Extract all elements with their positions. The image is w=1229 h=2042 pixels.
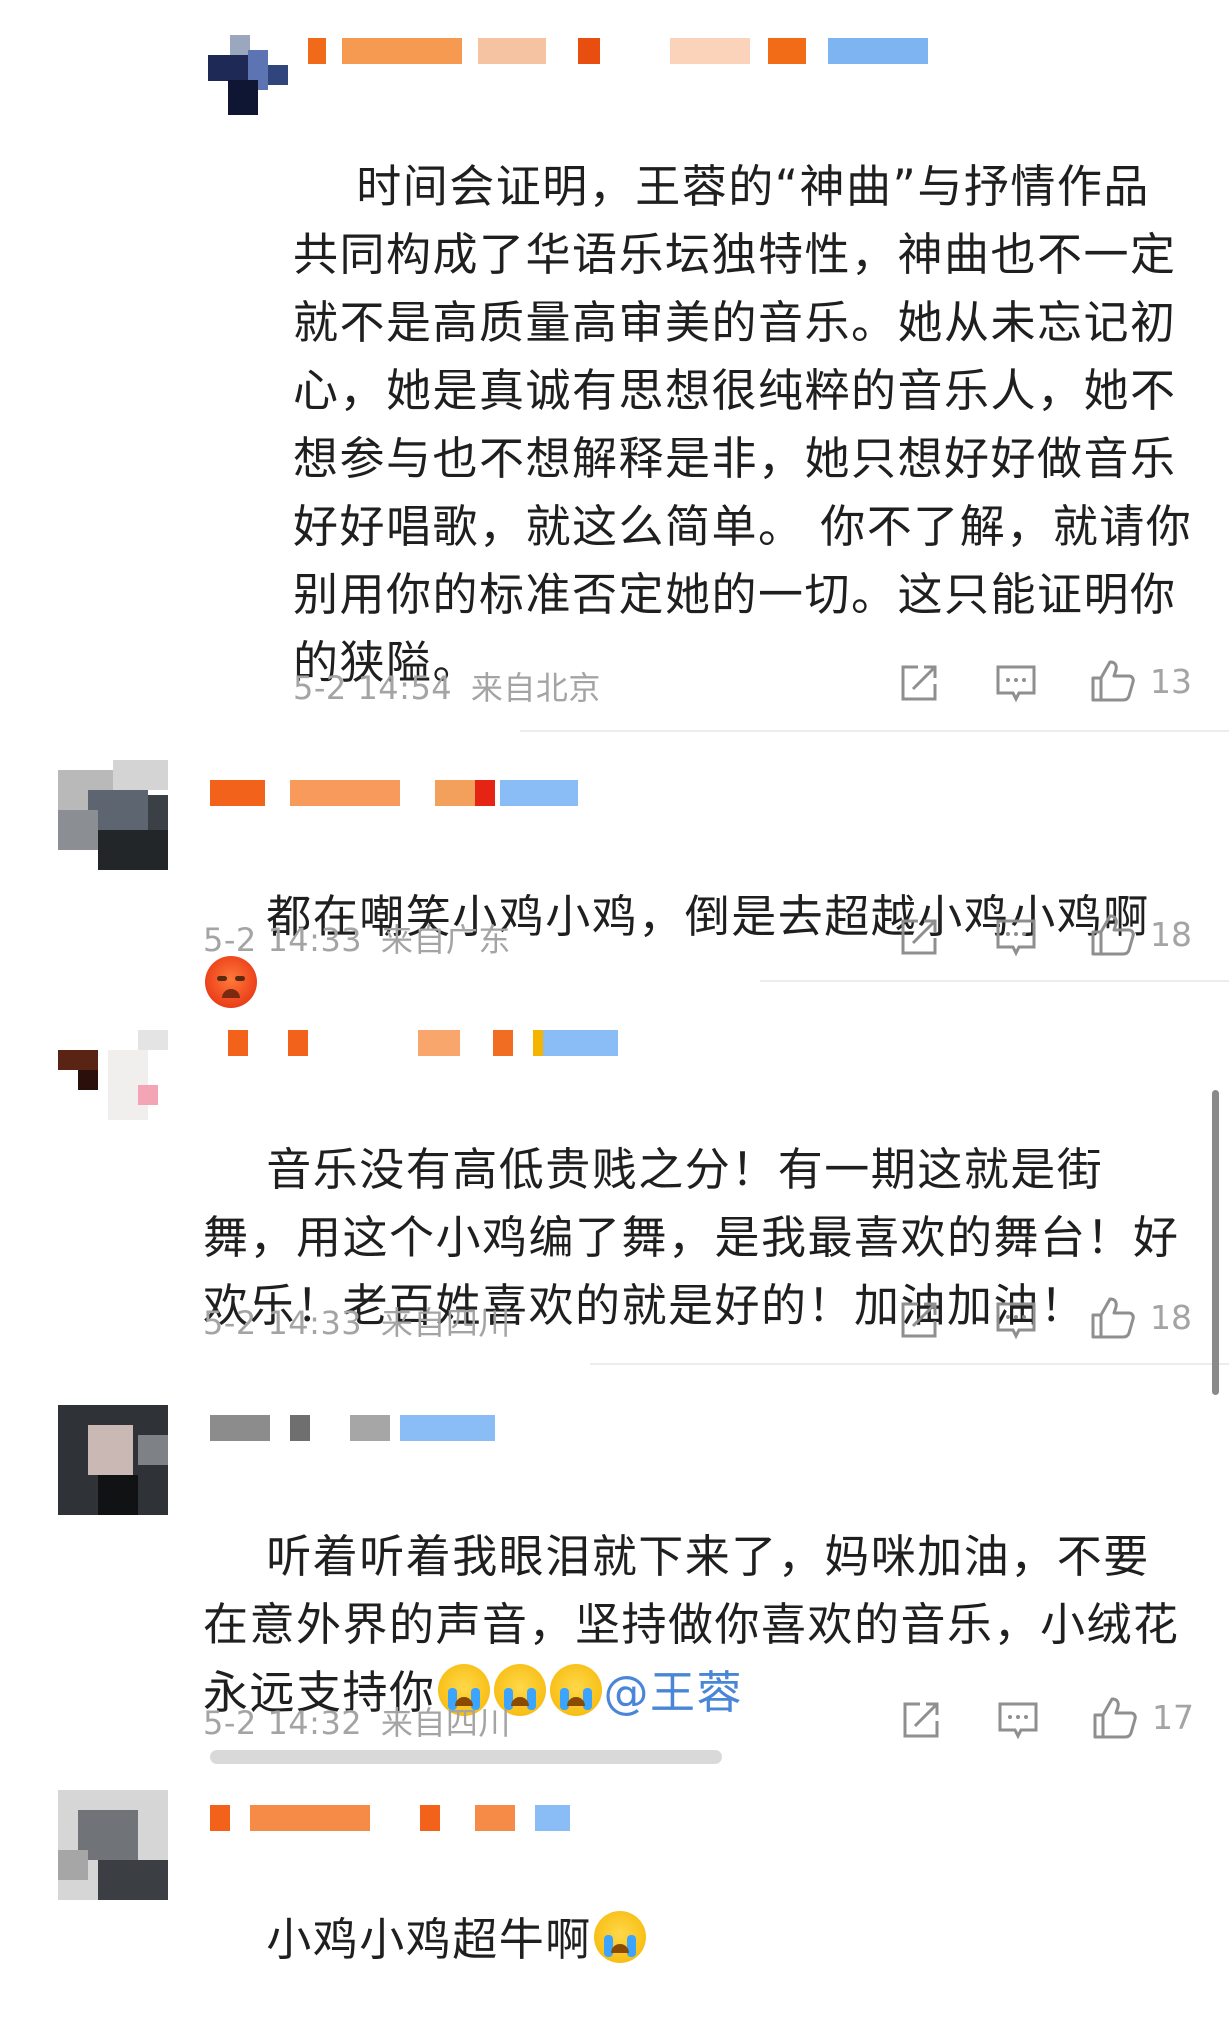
comment-icon — [996, 665, 1036, 703]
avatar[interactable] — [208, 35, 290, 115]
comment-meta: 5-2 14:33 来自广东 — [203, 915, 511, 961]
like-button[interactable] — [1090, 912, 1136, 958]
comment-button[interactable] — [995, 1300, 1037, 1340]
divider — [760, 980, 1229, 982]
comment-button[interactable] — [997, 1700, 1039, 1740]
comment-meta: 5-2 14:32 来自四川 — [203, 1698, 511, 1744]
location: 来自北京 — [470, 669, 601, 707]
like-count: 18 — [1150, 915, 1192, 954]
username-pixelated[interactable] — [210, 775, 580, 811]
like-button[interactable] — [1090, 1295, 1136, 1341]
comment-item: 音乐没有高低贵贱之分！有一期这就是街舞，用这个小鸡编了舞，是我最喜欢的舞台！好欢… — [0, 985, 1229, 1370]
comment-text: 听着听着我眼泪就下来了，妈咪加油，不要在意外界的声音，坚持做你喜欢的音乐，小绒花… — [203, 1455, 1183, 1795]
like-count: 13 — [1150, 662, 1192, 701]
location: 来自四川 — [380, 1704, 511, 1742]
avatar[interactable] — [58, 1790, 168, 1900]
like-button[interactable] — [1092, 1695, 1138, 1741]
username-pixelated[interactable] — [300, 33, 930, 69]
comment-item: 听着听着我眼泪就下来了，妈咪加油，不要在意外界的声音，坚持做你喜欢的音乐，小绒花… — [0, 1375, 1229, 1760]
share-icon — [903, 1702, 939, 1738]
timestamp: 5-2 14:32 — [203, 1704, 363, 1742]
like-icon — [1091, 1297, 1135, 1339]
share-button[interactable] — [900, 1700, 942, 1740]
comment-button[interactable] — [995, 917, 1037, 957]
like-count: 17 — [1152, 1698, 1194, 1737]
like-icon — [1091, 660, 1135, 702]
divider — [590, 1363, 1229, 1365]
timestamp: 5-2 14:33 — [203, 921, 363, 959]
crying-emoji — [593, 1911, 646, 1963]
comment-text-content: 小鸡小鸡超牛啊 — [266, 1913, 592, 1966]
share-icon — [901, 665, 937, 701]
comment-icon — [996, 1302, 1036, 1340]
username-pixelated[interactable] — [210, 1800, 590, 1836]
share-button[interactable] — [898, 663, 940, 703]
comment-text: 小鸡小鸡超牛啊 — [203, 1838, 1183, 2042]
comment-item: 小鸡小鸡超牛啊 — [0, 1780, 1229, 1966]
share-button[interactable] — [898, 1300, 940, 1340]
avatar[interactable] — [58, 1030, 168, 1140]
divider — [520, 730, 1229, 732]
comment-text-content: 时间会证明，王蓉的“神曲”与抒情作品共同构成了华语乐坛独特性，神曲也不一定就不是… — [293, 160, 1193, 689]
location: 来自四川 — [380, 1304, 511, 1342]
comment-item: 时间会证明，王蓉的“神曲”与抒情作品共同构成了华语乐坛独特性，神曲也不一定就不是… — [0, 0, 1229, 735]
username-pixelated[interactable] — [210, 1410, 510, 1446]
comment-button[interactable] — [995, 663, 1037, 703]
comment-icon — [996, 919, 1036, 957]
avatar[interactable] — [58, 1405, 168, 1515]
share-button[interactable] — [898, 917, 940, 957]
horizontal-scroll-track[interactable] — [210, 1750, 722, 1764]
username-pixelated[interactable] — [228, 1025, 628, 1061]
comment-meta: 5-2 14:54 来自北京 — [293, 663, 601, 709]
avatar[interactable] — [58, 760, 168, 870]
like-icon — [1091, 914, 1135, 956]
vertical-scrollbar[interactable] — [1212, 1090, 1219, 1395]
crying-emoji — [549, 1664, 602, 1716]
mention-link[interactable]: @王蓉 — [604, 1666, 744, 1719]
comment-icon — [998, 1702, 1038, 1740]
like-icon — [1093, 1697, 1137, 1739]
comment-meta: 5-2 14:33 来自四川 — [203, 1298, 511, 1344]
like-button[interactable] — [1090, 658, 1136, 704]
comment-text: 音乐没有高低贵贱之分！有一期这就是街舞，用这个小鸡编了舞，是我最喜欢的舞台！好欢… — [203, 1068, 1183, 1408]
share-icon — [901, 919, 937, 955]
like-count: 18 — [1150, 1298, 1192, 1337]
comment-item: 都在嘲笑小鸡小鸡，倒是去超越小鸡小鸡啊 5-2 14:33 来自广东 18 — [0, 735, 1229, 1008]
timestamp: 5-2 14:33 — [203, 1304, 363, 1342]
location: 来自广东 — [380, 921, 511, 959]
share-icon — [901, 1302, 937, 1338]
timestamp: 5-2 14:54 — [293, 669, 453, 707]
